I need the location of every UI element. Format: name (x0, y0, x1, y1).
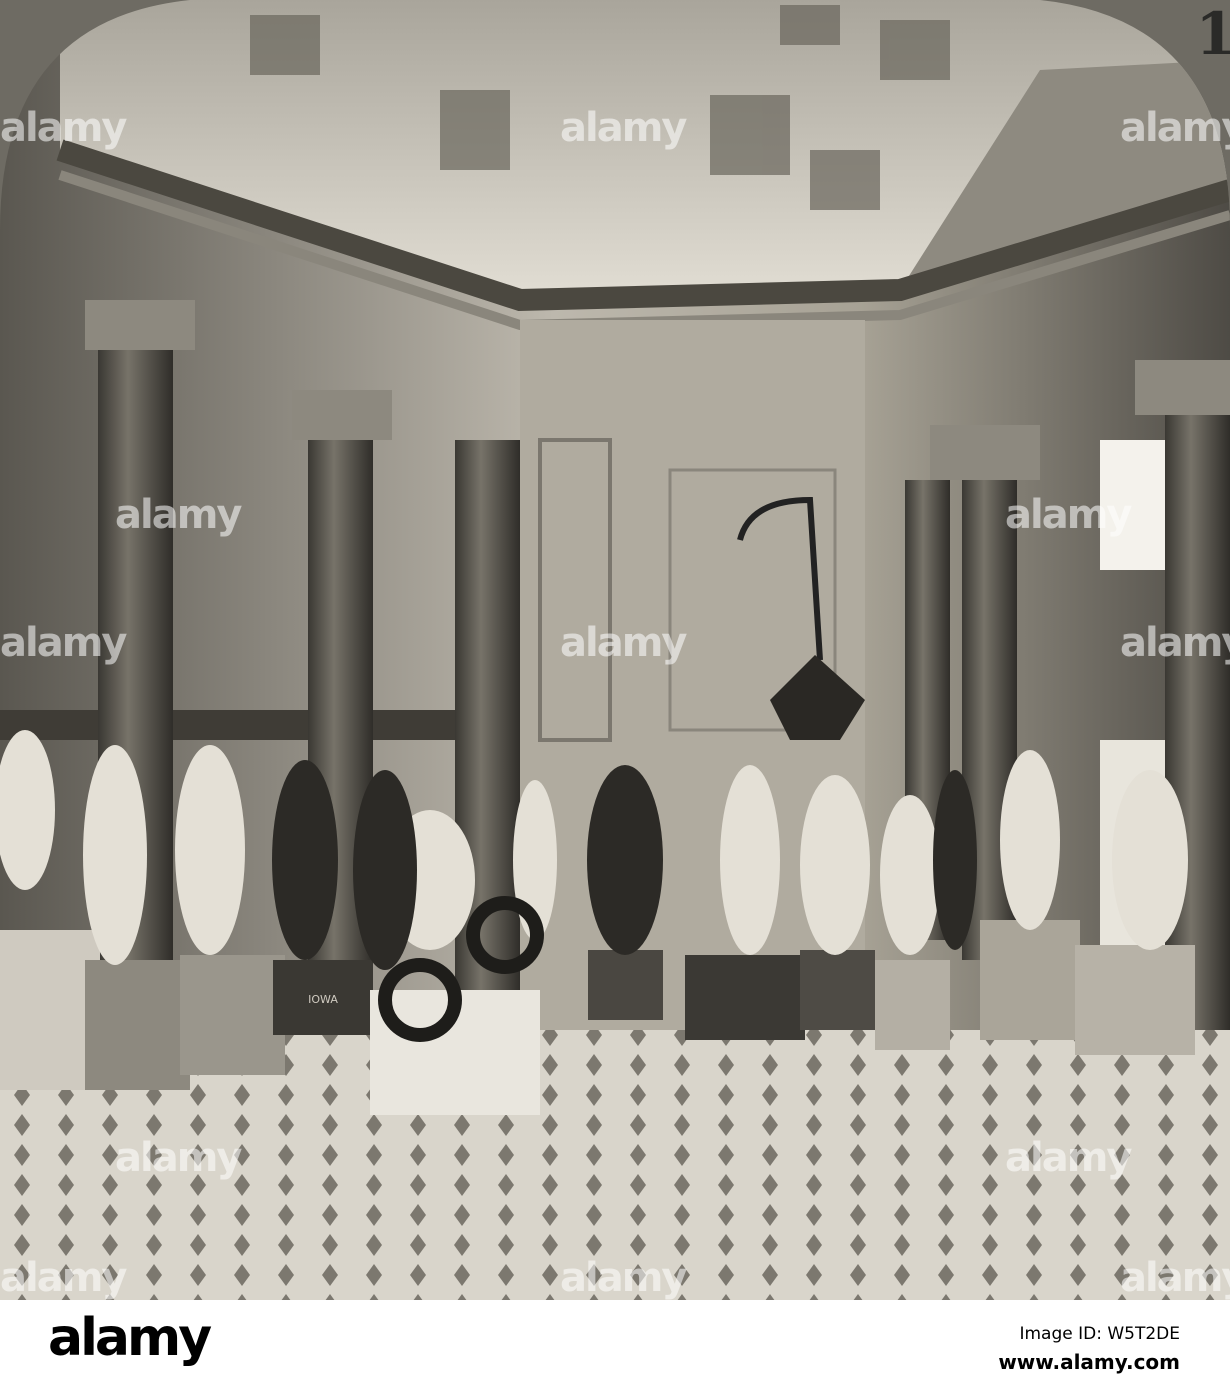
watermark: alamy (1005, 1135, 1132, 1181)
watermark: alamy (0, 1255, 127, 1301)
watermark: alamy (1120, 1255, 1230, 1301)
watermark: alamy (560, 105, 687, 151)
watermark: alamy (560, 1255, 687, 1301)
watermark: alamy (115, 1135, 242, 1181)
watermark: alamy (1005, 492, 1132, 538)
watermark: alamy (1120, 620, 1230, 666)
pedestal-inscription: IOWA (308, 993, 338, 1006)
balcony-railing (0, 710, 460, 740)
watermark: alamy (0, 620, 127, 666)
watermark: alamy (560, 620, 687, 666)
image-id: Image ID: W5T2DE (1019, 1324, 1180, 1344)
card-number: 1 (1195, 0, 1230, 68)
alamy-logo: alamy (48, 1308, 212, 1368)
stereo-card: IOWA 1 alamy alamy alamy alamy alamy ala… (0, 0, 1230, 1301)
watermark: alamy (0, 105, 127, 151)
watermark: alamy (115, 492, 242, 538)
footer-strip: alamy Image ID: W5T2DE www.alamy.com (0, 1300, 1230, 1390)
website-link[interactable]: www.alamy.com (998, 1350, 1180, 1374)
watermark: alamy (1120, 105, 1230, 151)
